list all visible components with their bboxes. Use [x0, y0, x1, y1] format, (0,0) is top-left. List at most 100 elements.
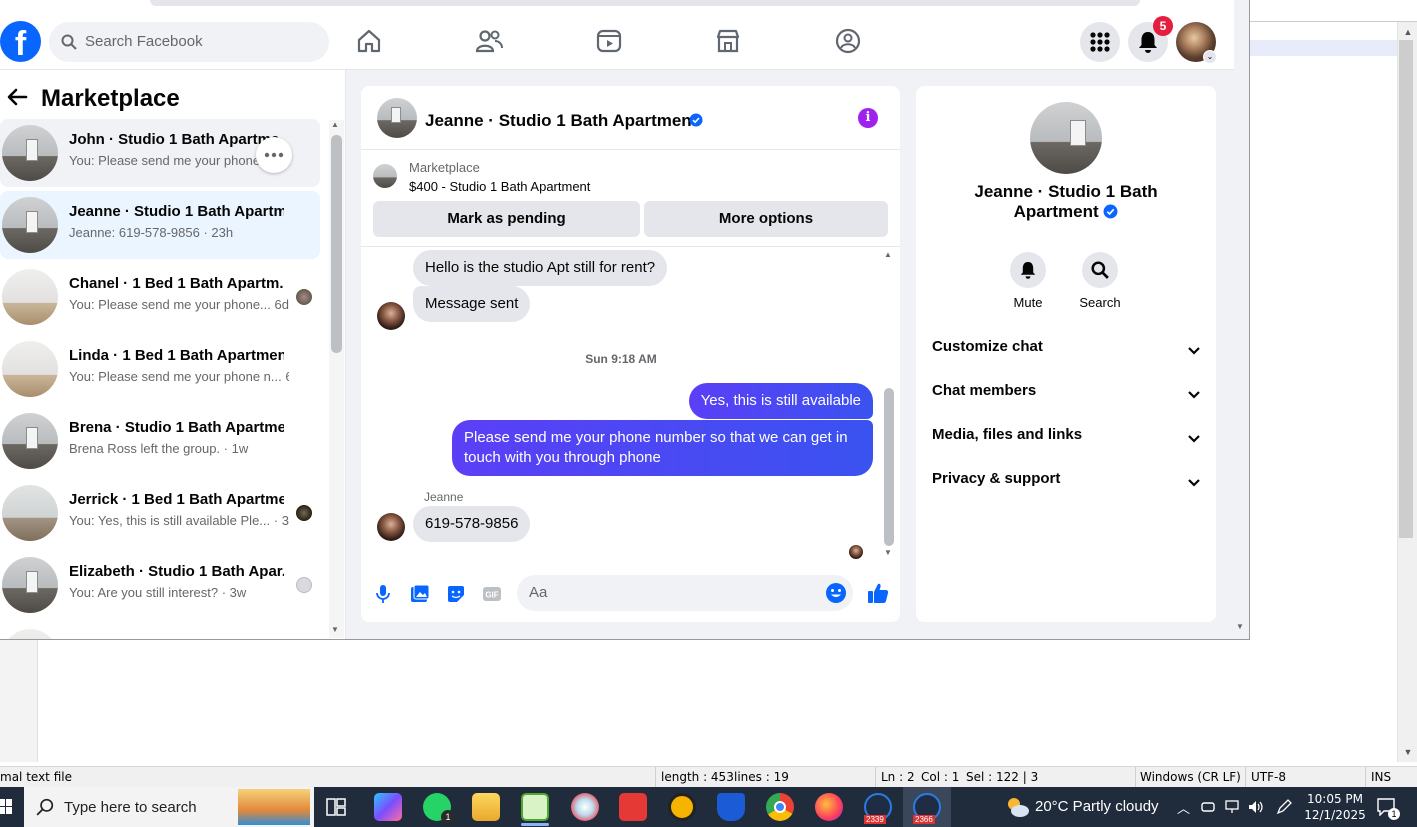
conversation-item[interactable]: Linda · 1 Bed 1 Bath Apartment You: Plea… — [0, 335, 320, 403]
account-chevron-icon[interactable]: ⌄ — [1203, 50, 1217, 64]
listing-thumb[interactable] — [373, 164, 397, 188]
verified-badge-icon — [1103, 204, 1118, 219]
browser-strip — [150, 0, 1140, 6]
bell-icon — [1139, 32, 1157, 53]
facebook-logo[interactable]: f — [0, 21, 41, 63]
app-2339-icon[interactable]: 2339 — [864, 793, 892, 824]
conversation-item-active[interactable]: Jeanne · Studio 1 Bath Apartment Jeanne:… — [0, 191, 320, 259]
search-facebook-input[interactable]: Search Facebook — [49, 22, 329, 62]
message-input[interactable]: Aa — [517, 575, 853, 611]
copilot-icon[interactable] — [374, 793, 402, 821]
app-2366-icon[interactable]: 2366 — [913, 793, 941, 824]
weather-text[interactable]: 20°C Partly cloudy — [1035, 798, 1159, 815]
conversation-item[interactable]: Chanel · 1 Bed 1 Bath Apartm... You: Ple… — [0, 263, 320, 331]
scroll-down-icon[interactable]: ▼ — [884, 548, 892, 557]
details-avatar[interactable] — [1030, 102, 1102, 174]
inbox-scroll-thumb[interactable] — [331, 135, 342, 353]
windows-taskbar: Type here to search 1 2339 2366 20°C Par… — [0, 787, 1417, 827]
scroll-up-arrow-icon[interactable]: ▲ — [1398, 24, 1417, 40]
conversation-item[interactable]: Elizabeth · Studio 1 Bath Apar... You: A… — [0, 551, 320, 619]
incoming-message: Message sent — [413, 286, 531, 322]
listing-thumbnail — [2, 485, 58, 541]
security-shield-icon[interactable] — [717, 793, 745, 821]
conversation-item[interactable]: John · Studio 1 Bath Apartme You: Please… — [0, 119, 320, 187]
status-file-type: mal text file — [0, 770, 72, 784]
conversation-preview: You: Yes, this is still available Ple...… — [69, 513, 289, 528]
chat-members-row[interactable]: Chat members — [932, 382, 1202, 410]
chat-info-icon[interactable]: i — [858, 108, 878, 128]
menu-grid-button[interactable] — [1080, 22, 1120, 62]
chrome-icon[interactable] — [766, 793, 794, 821]
sender-name: Jeanne — [424, 490, 464, 504]
sender-avatar[interactable] — [377, 302, 405, 330]
show-hidden-icons-icon[interactable]: ︿ — [1177, 798, 1190, 817]
conversation-item[interactable]: Jerrick · 1 Bed 1 Bath Apartment You: Ye… — [0, 479, 320, 547]
conversation-item[interactable] — [0, 623, 320, 639]
microphone-icon[interactable] — [375, 584, 391, 604]
pen-icon[interactable] — [1276, 799, 1292, 815]
emoji-icon[interactable] — [825, 582, 847, 604]
app-x-icon[interactable] — [668, 793, 696, 821]
scroll-up-icon[interactable]: ▲ — [331, 120, 339, 129]
mute-button[interactable]: Mute — [998, 252, 1058, 310]
media-files-links-row[interactable]: Media, files and links — [932, 426, 1202, 454]
seen-avatar — [296, 289, 312, 305]
app-badge: 2366 — [913, 815, 935, 824]
chat-listing-avatar[interactable] — [377, 98, 417, 138]
partly-cloudy-icon[interactable] — [1003, 793, 1031, 821]
groups-icon[interactable] — [833, 26, 863, 56]
privacy-support-row[interactable]: Privacy & support — [932, 470, 1202, 498]
scroll-up-icon[interactable]: ▲ — [884, 250, 892, 259]
conversation-preview: Brena Ross left the group. · 1w — [69, 441, 249, 456]
anydesk-icon[interactable] — [619, 793, 647, 821]
notepad-scroll-thumb[interactable] — [1399, 40, 1413, 538]
notification-badge: 5 — [1153, 16, 1173, 36]
clock-date: 12/1/2025 — [1304, 808, 1366, 822]
gif-icon[interactable]: GIF — [482, 584, 502, 604]
marketplace-icon[interactable] — [713, 26, 743, 56]
sticker-icon[interactable] — [446, 584, 466, 604]
taskbar-clock[interactable]: 10:05 PM 12/1/2025 — [1300, 791, 1370, 823]
page-scrollbar[interactable]: ▼ — [1230, 70, 1249, 639]
scroll-down-icon[interactable]: ▼ — [1236, 622, 1244, 631]
meet-now-icon[interactable] — [1201, 800, 1215, 814]
read-receipt-avatar — [849, 545, 863, 559]
chat-panel: Jeanne · Studio 1 Bath Apartment i Marke… — [361, 86, 900, 622]
search-in-chat-button[interactable]: Search — [1070, 252, 1130, 310]
listing-price[interactable]: $400 - Studio 1 Bath Apartment — [409, 179, 590, 194]
scroll-down-arrow-icon[interactable]: ▼ — [1398, 744, 1417, 760]
conversation-preview: Jeanne: 619-578-9856 · 23h — [69, 225, 234, 240]
chat-scroll-thumb[interactable] — [884, 388, 894, 546]
chevron-down-icon — [1188, 479, 1200, 487]
conversation-item[interactable]: Brena · Studio 1 Bath Apartment Brena Ro… — [0, 407, 320, 475]
search-highlight-image[interactable] — [238, 789, 310, 825]
windows-start-icon[interactable] — [0, 799, 12, 815]
listing-label: Marketplace — [409, 160, 480, 175]
sender-avatar[interactable] — [377, 513, 405, 541]
whatsapp-badge: 1 — [441, 810, 455, 824]
file-explorer-icon[interactable] — [472, 793, 500, 821]
friends-icon[interactable] — [474, 26, 504, 56]
details-name-text: Jeanne · Studio 1 Bath Apartment — [974, 182, 1158, 221]
chat-title[interactable]: Jeanne · Studio 1 Bath Apartment — [425, 111, 697, 131]
scroll-down-icon[interactable]: ▼ — [331, 625, 339, 634]
network-icon[interactable] — [1224, 800, 1240, 814]
thumbs-up-icon[interactable] — [867, 582, 889, 604]
volume-icon[interactable] — [1248, 800, 1264, 814]
snipping-tool-icon[interactable] — [571, 793, 599, 821]
whatsapp-icon[interactable]: 1 — [423, 793, 455, 824]
more-options-button[interactable]: More options — [644, 201, 888, 237]
watch-icon[interactable] — [594, 26, 624, 56]
customize-chat-row[interactable]: Customize chat — [932, 338, 1202, 366]
status-selection: Sel : 122 | 3 — [966, 770, 1039, 784]
firefox-icon[interactable] — [815, 793, 843, 821]
facebook-window: f Search Facebook 5 ⌄ Marketplace John ·… — [0, 0, 1250, 640]
notepad-plus-plus-icon[interactable] — [521, 793, 549, 826]
mark-as-pending-button[interactable]: Mark as pending — [373, 201, 640, 237]
back-arrow-icon[interactable] — [6, 86, 28, 108]
conversation-options-button[interactable] — [256, 137, 292, 173]
photo-icon[interactable] — [410, 584, 430, 604]
task-view-icon[interactable] — [326, 798, 346, 816]
home-icon[interactable] — [354, 26, 384, 56]
taskbar-search-box[interactable]: Type here to search — [24, 787, 314, 827]
